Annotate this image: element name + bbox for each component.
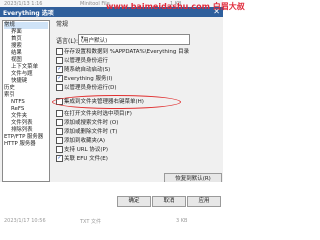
option-checkbox[interactable]: ✓ Everything 服务(I) bbox=[56, 74, 216, 82]
red-highlight-ellipse bbox=[52, 95, 181, 109]
tree-item[interactable]: NTFS bbox=[11, 99, 25, 106]
option-checkbox[interactable]: 存存设置和数据到 %APPDATA%\Everything 目录 bbox=[56, 47, 216, 55]
option-checkbox[interactable]: ✓ 关联 EFU 文件(E) bbox=[56, 154, 216, 162]
option-label: 以管理员身份运行(D) bbox=[64, 85, 117, 91]
tree-item[interactable]: HTTP 服务器 bbox=[4, 141, 36, 148]
language-select[interactable]: (用户默认) ▾ bbox=[78, 34, 190, 45]
file-date: 2023/1/17 10:56 bbox=[4, 218, 46, 224]
checkbox-box[interactable] bbox=[56, 137, 63, 144]
file-type: TXT 文件 bbox=[80, 219, 102, 225]
tree-item[interactable]: 常规 bbox=[4, 22, 48, 29]
option-label: 关联 EFU 文件(E) bbox=[64, 156, 108, 162]
option-label: 随系统自动启动(S) bbox=[64, 67, 111, 73]
checkbox-box[interactable] bbox=[56, 48, 63, 55]
option-label: 添加或搜索文件时 (O) bbox=[64, 120, 119, 126]
checkbox-box[interactable] bbox=[56, 57, 63, 64]
tree-item[interactable]: 文件夹 bbox=[11, 113, 27, 120]
chevron-down-icon: ▾ bbox=[81, 35, 84, 41]
checkbox-box[interactable]: ✓ bbox=[56, 66, 63, 73]
option-label: 以管理员身份运行 bbox=[64, 58, 109, 64]
tree-item[interactable]: 历史 bbox=[4, 85, 15, 92]
window-title: Everything 选项 bbox=[3, 10, 54, 17]
option-label: 存存设置和数据到 %APPDATA%\Everything 目录 bbox=[64, 49, 190, 55]
tree-item[interactable]: 视图 bbox=[11, 57, 22, 64]
tree-item[interactable]: 文件与题 bbox=[11, 71, 33, 78]
checkbox-box[interactable] bbox=[56, 84, 63, 91]
option-label: 支持 URL 协议(P) bbox=[64, 147, 109, 153]
tree-item[interactable]: 搜索 bbox=[11, 43, 22, 50]
tree-item[interactable]: 结果 bbox=[11, 50, 22, 57]
checkbox-box[interactable] bbox=[56, 128, 63, 135]
tree-item[interactable]: 文件列表 bbox=[11, 120, 33, 127]
option-checkbox[interactable]: ✓ 随系统自动启动(S) bbox=[56, 65, 216, 73]
option-checkbox[interactable]: 支持 URL 协议(P) bbox=[56, 145, 216, 153]
option-checkbox[interactable]: 添加到收藏夹(A) bbox=[56, 136, 216, 144]
settings-tree[interactable]: 常规 界面 首页 搜索 结果 视图 上下文菜单 文件与题 快捷键 历史 索引 N… bbox=[2, 20, 50, 182]
option-label: 添加到收藏夹(A) bbox=[64, 138, 106, 144]
tree-item[interactable]: 快捷键 bbox=[11, 78, 27, 85]
cancel-button[interactable]: 取消 bbox=[152, 196, 186, 207]
file-size: 3 KB bbox=[176, 218, 188, 224]
tree-item[interactable]: ReFS bbox=[11, 106, 24, 113]
checkbox-box[interactable] bbox=[56, 146, 63, 153]
tree-item[interactable]: 排除列表 bbox=[11, 127, 33, 134]
watermark-text: www.baimeidashu.com 白眉大叔 bbox=[106, 2, 245, 11]
tree-item[interactable]: 首页 bbox=[11, 36, 22, 43]
tree-item[interactable]: 界面 bbox=[11, 29, 22, 36]
checkbox-box[interactable] bbox=[56, 110, 63, 117]
tree-item[interactable]: ETP/FTP 服务器 bbox=[4, 134, 43, 141]
option-checkbox[interactable]: 以管理员身份运行 bbox=[56, 56, 216, 64]
option-checkbox[interactable]: 以管理员身份运行(D) bbox=[56, 83, 216, 91]
apply-button[interactable]: 应用 bbox=[187, 196, 221, 207]
option-label: 添加或删除文件时 (T) bbox=[64, 129, 118, 135]
section-title: 常规 bbox=[56, 21, 69, 28]
option-label: Everything 服务(I) bbox=[64, 76, 113, 82]
checkbox-box[interactable] bbox=[56, 119, 63, 126]
checkbox-box[interactable]: ✓ bbox=[56, 75, 63, 82]
option-label: 在打开文件夹时选中项目(F) bbox=[64, 111, 132, 117]
tree-item[interactable]: 索引 bbox=[4, 92, 15, 99]
background-file-row-bottom: 2023/1/17 10:56 TXT 文件 3 KB bbox=[0, 215, 223, 226]
ok-button[interactable]: 确定 bbox=[117, 196, 151, 207]
tree-item[interactable]: 上下文菜单 bbox=[11, 64, 38, 71]
language-label: 语言(L): bbox=[56, 38, 79, 45]
option-checkbox[interactable]: 添加或搜索文件时 (O) bbox=[56, 118, 216, 126]
options-dialog: 常规 界面 首页 搜索 结果 视图 上下文菜单 文件与题 快捷键 历史 索引 N… bbox=[0, 17, 223, 185]
option-checkbox[interactable]: 添加或删除文件时 (T) bbox=[56, 127, 216, 135]
checkbox-box[interactable]: ✓ bbox=[56, 155, 63, 162]
option-checkbox[interactable]: 在打开文件夹时选中项目(F) bbox=[56, 109, 216, 117]
